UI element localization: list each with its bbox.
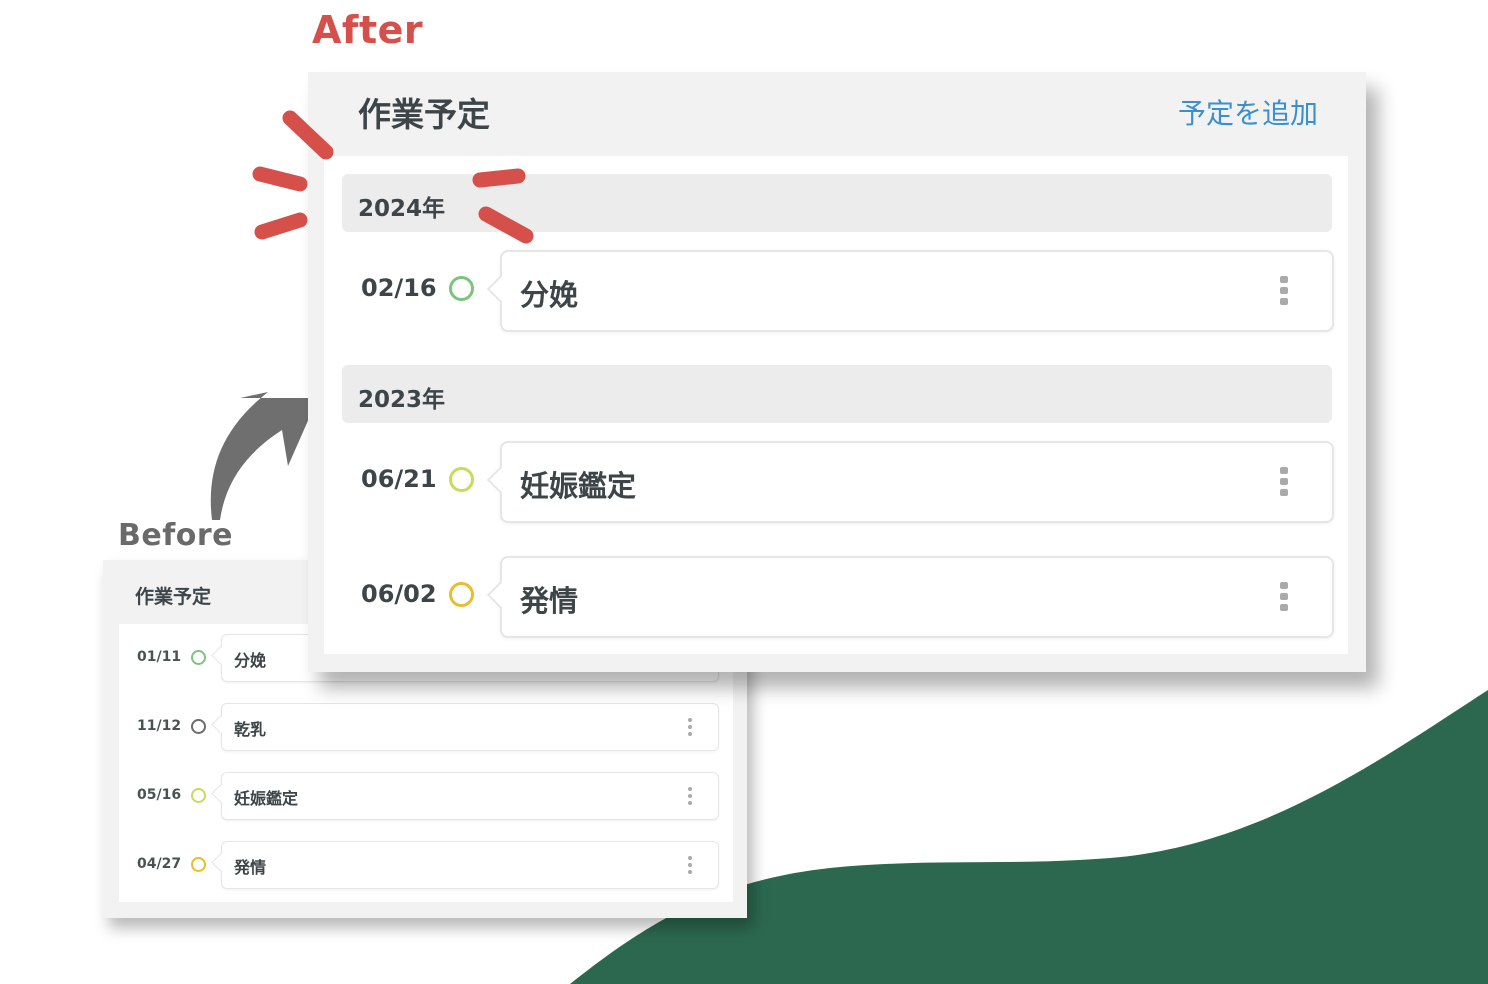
- schedule-label: 分娩: [520, 278, 579, 312]
- schedule-date: 01/11: [137, 649, 182, 665]
- panel-title: 作業予定: [358, 95, 490, 134]
- schedule-list: 2024年 02/16 分娩 2023年 06/21 妊娠鑑定 06/02 発情: [324, 156, 1348, 654]
- schedule-date: 11/12: [137, 718, 182, 734]
- status-ring-icon: [191, 650, 206, 665]
- schedule-date: 05/16: [137, 787, 182, 803]
- schedule-card[interactable]: 妊娠鑑定: [500, 441, 1334, 523]
- schedule-label: 分娩: [234, 651, 267, 670]
- schedule-date: 04/27: [137, 856, 182, 872]
- schedule-row: 05/16 妊娠鑑定: [119, 772, 733, 822]
- schedule-row: 04/27 発情: [119, 841, 733, 891]
- more-menu-icon[interactable]: [688, 856, 692, 874]
- schedule-card[interactable]: 発情: [500, 556, 1334, 638]
- year-group-header: 2023年: [342, 365, 1332, 423]
- schedule-row: 06/02 発情: [324, 556, 1348, 638]
- schedule-date: 06/21: [361, 465, 437, 493]
- before-label: Before: [118, 518, 234, 553]
- more-menu-icon[interactable]: [1280, 582, 1288, 612]
- more-menu-icon[interactable]: [1280, 276, 1288, 306]
- after-schedule-panel: 作業予定 予定を追加 2024年 02/16 分娩 2023年 06/21 妊娠…: [308, 72, 1366, 672]
- schedule-label: 発情: [234, 858, 267, 877]
- schedule-label: 妊娠鑑定: [234, 789, 299, 808]
- year-label: 2023年: [358, 387, 446, 413]
- after-label: After: [312, 8, 424, 52]
- more-menu-icon[interactable]: [1280, 467, 1288, 497]
- more-menu-icon[interactable]: [688, 787, 692, 805]
- add-schedule-link[interactable]: 予定を追加: [1178, 92, 1318, 132]
- schedule-row: 06/21 妊娠鑑定: [324, 441, 1348, 523]
- schedule-row: 11/12 乾乳: [119, 703, 733, 753]
- status-ring-icon: [449, 467, 474, 492]
- status-ring-icon: [449, 582, 474, 607]
- schedule-row: 02/16 分娩: [324, 250, 1348, 332]
- schedule-label: 乾乳: [234, 720, 267, 739]
- year-group-header: 2024年: [342, 174, 1332, 232]
- status-ring-icon: [449, 276, 474, 301]
- more-menu-icon[interactable]: [688, 718, 692, 736]
- schedule-label: 妊娠鑑定: [520, 469, 637, 503]
- schedule-card[interactable]: 発情: [221, 841, 719, 889]
- schedule-date: 06/02: [361, 580, 437, 608]
- status-ring-icon: [191, 857, 206, 872]
- schedule-card[interactable]: 分娩: [500, 250, 1334, 332]
- panel-title: 作業予定: [135, 586, 212, 608]
- year-label: 2024年: [358, 196, 446, 222]
- schedule-card[interactable]: 妊娠鑑定: [221, 772, 719, 820]
- schedule-label: 発情: [520, 584, 579, 618]
- schedule-date: 02/16: [361, 274, 437, 302]
- status-ring-icon: [191, 719, 206, 734]
- schedule-card[interactable]: 乾乳: [221, 703, 719, 751]
- status-ring-icon: [191, 788, 206, 803]
